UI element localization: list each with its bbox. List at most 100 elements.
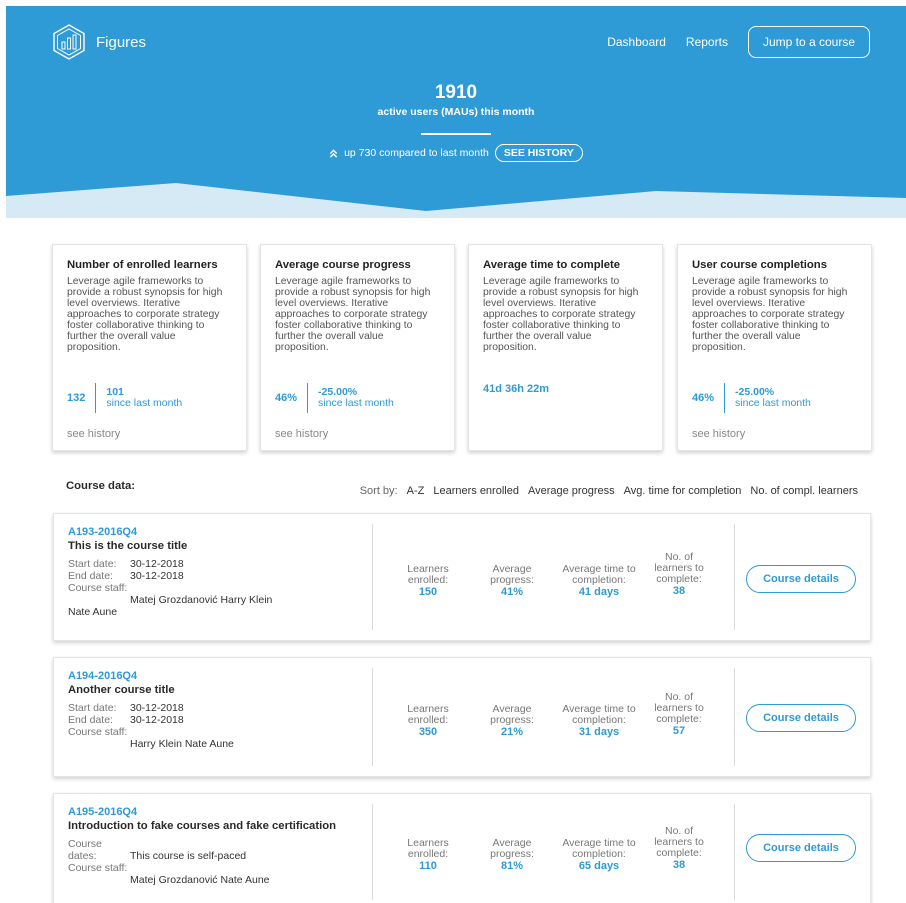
course-code[interactable]: A193-2016Q4 [68,526,368,538]
course-meta: Start date: 30-12-2018 End date: 30-12-201… [68,558,368,618]
delta-label: since last month [106,397,183,409]
card-delta: -25.00% since last month [318,387,394,409]
staff-label: Course staff: [68,582,128,594]
metric-progress: Average progress: 21% [482,704,542,738]
card-stat: 132 101 since last month [67,383,182,413]
logo[interactable]: Figures [52,24,146,60]
card-description: Leverage agile frameworks to provide a r… [67,276,223,353]
metric-complete: No. of learners to complete: 38 [646,826,712,871]
course-staff: Matej Grozdanović Harry Klein [130,594,273,606]
trend-text: up 730 compared to last month [344,147,489,159]
metric-label: Learners enrolled: [407,837,449,860]
card-average-time: Average time to complete Leverage agile … [468,244,663,451]
metric-time: Average time to completion: 41 days [554,564,644,598]
mau-summary: 1910 active users (MAUs) this month [6,82,906,135]
metric-label: Average time to completion: [562,563,636,586]
course-details-button[interactable]: Course details [746,565,856,593]
course-staff: Matej Grozdanović Nate Aune [130,874,270,886]
metric-label: No. of learners to complete: [654,551,704,585]
card-stat: 46% -25.00% since last month [275,383,394,413]
course-meta: Course dates: This course is self-paced C… [68,838,368,886]
metric-value: 65 days [578,860,620,872]
course-details-button[interactable]: Course details [746,834,856,862]
figures-logo-icon [53,24,85,60]
stat-divider [307,383,309,413]
column-divider [372,668,373,766]
start-date: 30-12-2018 [130,558,184,570]
sort-bar: Sort by: A-Z Learners enrolled Average p… [360,485,858,497]
mau-value: 1910 [434,82,478,103]
see-history-button[interactable]: SEE HISTORY [494,144,583,162]
card-see-history-link[interactable]: see history [692,428,745,440]
course-staff-extra: Nate Aune [68,606,118,618]
sort-by-label: Sort by: [359,485,398,497]
logo-text: Figures [96,33,147,51]
column-divider [734,668,735,766]
sort-option-completions[interactable]: No. of compl. learners [750,485,858,497]
jump-to-course-button[interactable]: Jump to a course [747,26,870,58]
metric-label: Learners enrolled: [407,703,449,726]
end-date-label: End date: [68,714,113,726]
course-dates: This course is self-paced [130,850,247,862]
sort-option-progress[interactable]: Average progress [528,485,615,497]
staff-label: Course staff: [68,862,128,874]
nav-dashboard-link[interactable]: Dashboard [607,35,666,49]
start-date-label: Start date: [68,702,117,714]
course-title: This is the course title [68,540,188,552]
card-title: Average time to complete [483,259,621,271]
metric-learners: Learners enrolled: 150 [398,564,458,598]
course-code[interactable]: A195-2016Q4 [68,806,368,818]
course-row: A193-2016Q4 This is the course title Sta… [53,513,871,641]
start-date-label: Start date: [68,558,117,570]
end-date: 30-12-2018 [130,714,184,726]
stat-divider [95,383,97,413]
course-info: A194-2016Q4 Another course title Start d… [68,670,368,750]
delta-label: since last month [735,397,811,409]
delta-label: since last month [318,397,394,409]
metric-label: Average progress: [490,703,534,726]
course-details-button[interactable]: Course details [746,704,856,732]
card-value: 132 [67,392,86,404]
hero-banner: Figures Dashboard Reports Jump to a cour… [6,6,906,218]
dates-label: Course dates: [68,838,102,862]
double-chevron-up-icon [329,148,338,158]
sort-option-time[interactable]: Avg. time for completion [624,485,742,497]
sort-option-a-z[interactable]: A-Z [407,485,425,497]
card-see-history-link[interactable]: see history [275,428,328,440]
metric-value: 21% [500,726,524,738]
metric-value: 81% [500,860,524,872]
stat-divider [724,383,726,413]
card-title: Number of enrolled learners [67,259,218,271]
metric-complete: No. of learners to complete: 57 [646,692,712,737]
card-value: 41d 36h 22m [483,383,550,395]
metric-value: 41 days [578,586,620,598]
metric-value: 350 [418,726,438,738]
sort-option-learners[interactable]: Learners enrolled [433,485,519,497]
card-stat: 46% -25.00% since last month [692,383,811,413]
card-average-progress: Average course progress Leverage agile f… [260,244,455,451]
metric-value: 150 [418,586,438,598]
card-description: Leverage agile frameworks to provide a r… [692,276,848,353]
metric-value: 57 [672,725,686,737]
course-metrics: Learners enrolled: 110 Average progress: 8… [384,794,734,903]
card-see-history-link[interactable]: see history [67,428,120,440]
course-info: A193-2016Q4 This is the course title Sta… [68,526,368,618]
nav-reports-link[interactable]: Reports [686,35,728,49]
end-date: 30-12-2018 [130,570,184,582]
start-date: 30-12-2018 [130,702,184,714]
card-delta: -25.00% since last month [735,387,811,409]
card-value: 46% [275,392,298,404]
metric-value: 31 days [578,726,620,738]
top-nav: Dashboard Reports Jump to a course [607,26,870,58]
mau-label: active users (MAUs) this month [377,106,535,118]
metric-label: Learners enrolled: [407,563,449,586]
mau-trend: up 730 compared to last month SEE HISTOR… [6,144,906,162]
metric-label: Average progress: [490,563,534,586]
metric-label: No. of learners to complete: [654,691,704,725]
course-row: A195-2016Q4 Introduction to fake courses… [53,793,871,903]
metric-label: Average time to completion: [562,703,636,726]
metric-complete: No. of learners to complete: 38 [646,552,712,597]
course-code[interactable]: A194-2016Q4 [68,670,368,682]
metric-learners: Learners enrolled: 350 [398,704,458,738]
course-metrics: Learners enrolled: 350 Average progress: 2… [384,658,734,776]
